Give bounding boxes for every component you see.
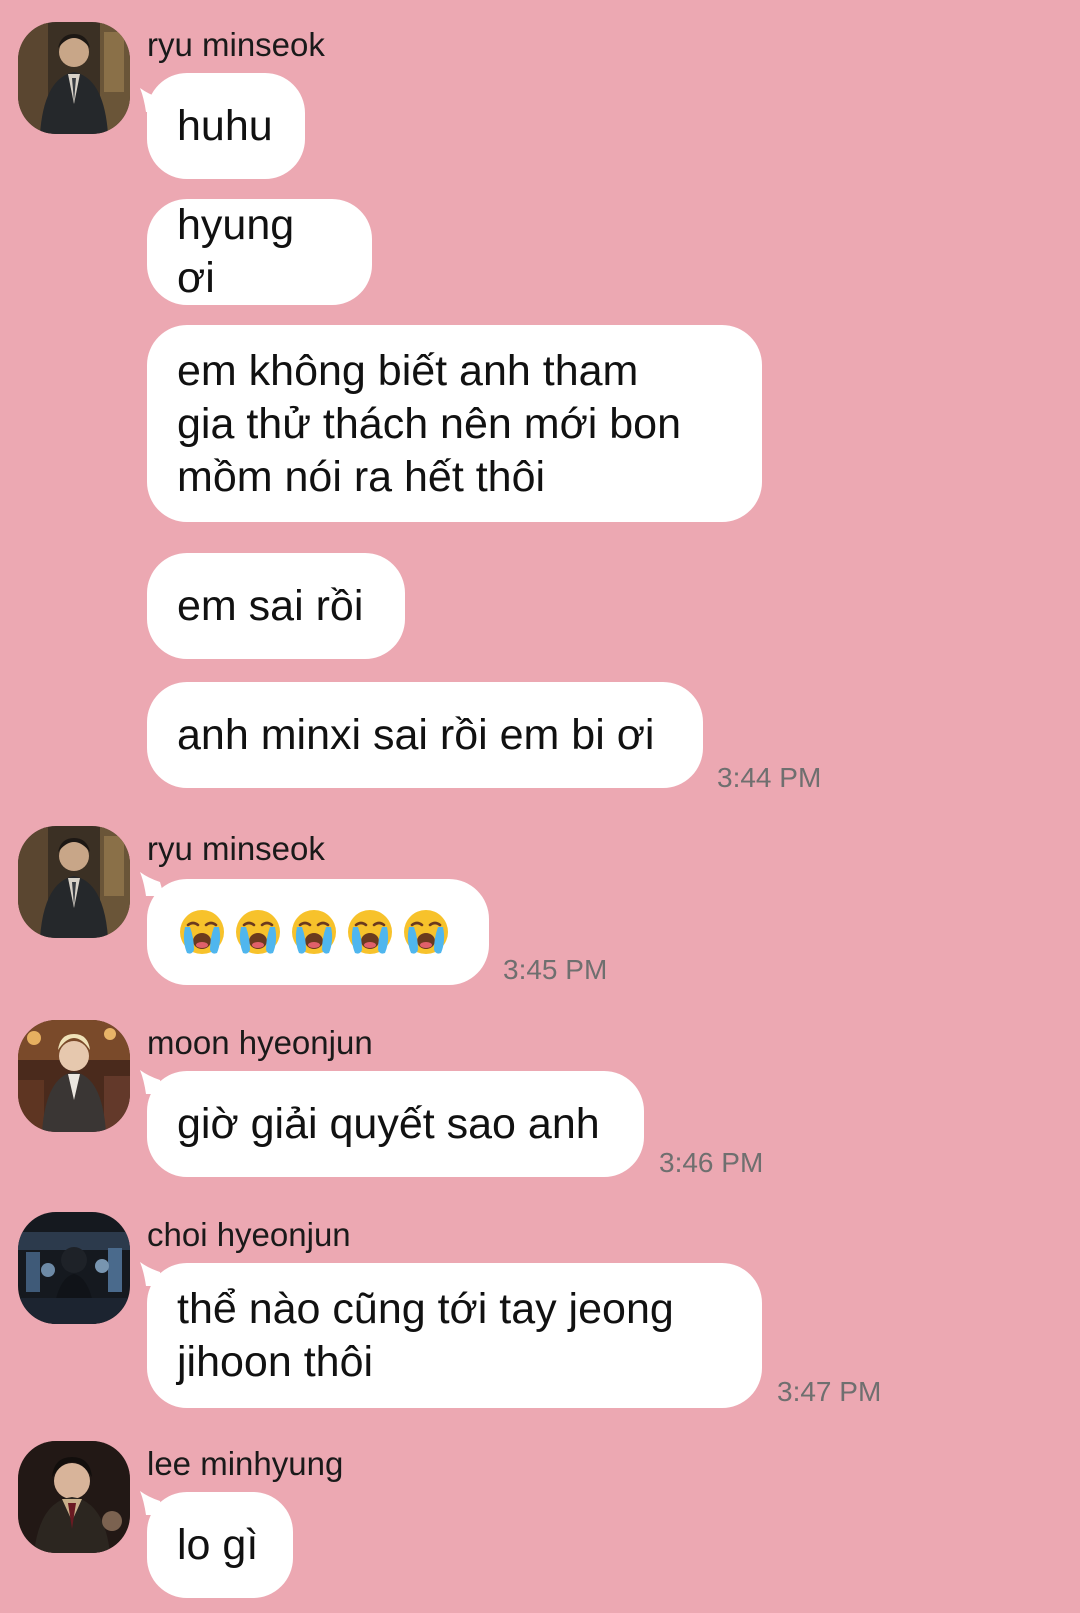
message-bubble[interactable]: em sai rồi [147, 553, 405, 659]
avatar-ryu-minseok-icon[interactable] [18, 22, 130, 134]
timestamp: 3:47 PM [777, 1376, 882, 1407]
message-text: huhu [177, 101, 273, 150]
timestamp: 3:46 PM [659, 1147, 764, 1178]
timestamp: 3:44 PM [717, 762, 822, 793]
timestamp: 3:45 PM [503, 954, 608, 985]
message-bubble[interactable]: huhu [147, 73, 305, 179]
sender-name: ryu minseok [147, 830, 325, 867]
message-bubble[interactable]: anh minxi sai rồi em bi ơi [147, 682, 703, 788]
message-text: giờ giải quyết sao anh [177, 1099, 600, 1148]
loudly-crying-face-icon [402, 908, 450, 956]
message-text: thể nào cũng tới tay jeong jihoon thôi [177, 1285, 674, 1386]
avatar-ryu-minseok-icon[interactable] [18, 826, 130, 938]
emoji-row [177, 907, 451, 957]
message-bubble[interactable]: em không biết anh tham gia thử thách nên… [147, 325, 762, 522]
chat-thread: ryu minseok huhu hyung ơi em không biết … [0, 0, 1080, 1613]
message-text: hyung ơi [177, 201, 295, 302]
message-text: lo gì [177, 1520, 259, 1569]
message-bubble[interactable] [147, 879, 489, 985]
sender-name: moon hyeonjun [147, 1024, 373, 1061]
sender-name: choi hyeonjun [147, 1216, 351, 1253]
message-text: em không biết anh tham gia thử thách nên… [177, 347, 682, 501]
message-text: em sai rồi [177, 581, 364, 630]
loudly-crying-face-icon [290, 908, 338, 956]
avatar-moon-hyeonjun-icon[interactable] [18, 1020, 130, 1132]
avatar-lee-minhyung-icon[interactable] [18, 1441, 130, 1553]
loudly-crying-face-icon [178, 908, 226, 956]
message-bubble[interactable]: giờ giải quyết sao anh [147, 1071, 644, 1177]
loudly-crying-face-icon [346, 908, 394, 956]
message-text: anh minxi sai rồi em bi ơi [177, 710, 655, 759]
message-bubble[interactable]: hyung ơi [147, 199, 372, 305]
sender-name: lee minhyung [147, 1445, 344, 1482]
loudly-crying-face-icon [234, 908, 282, 956]
avatar-choi-hyeonjun-icon[interactable] [18, 1212, 130, 1324]
message-bubble[interactable]: thể nào cũng tới tay jeong jihoon thôi [147, 1263, 762, 1408]
message-bubble[interactable]: lo gì [147, 1492, 293, 1598]
sender-name: ryu minseok [147, 26, 325, 63]
